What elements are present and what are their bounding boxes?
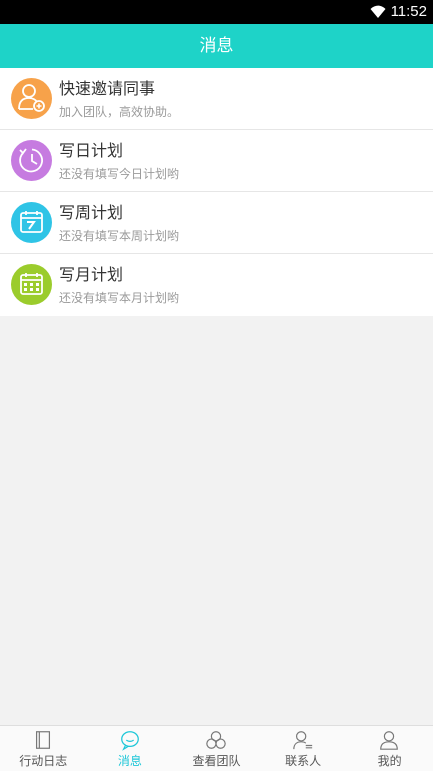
tab-messages[interactable]: 消息 (87, 726, 174, 771)
message-list: 快速邀请同事 加入团队，高效协助。 写日计划 还没有填写今日计划哟 写周计划 还… (0, 68, 433, 316)
list-item-subtitle: 还没有填写本周计划哟 (59, 229, 180, 243)
list-item-subtitle: 还没有填写今日计划哟 (59, 167, 180, 181)
status-time: 11:52 (390, 3, 427, 20)
clock-icon (11, 140, 52, 181)
app-header: 消息 (0, 24, 433, 68)
list-item-weekly-plan[interactable]: 写周计划 还没有填写本周计划哟 (0, 192, 433, 254)
invite-colleague-icon (11, 78, 52, 119)
tab-contacts[interactable]: 联系人 (260, 726, 347, 771)
tab-label: 行动日志 (19, 754, 68, 768)
tab-action-log[interactable]: 行动日志 (0, 726, 87, 771)
wifi-icon (370, 5, 386, 18)
team-icon (206, 731, 226, 749)
week-calendar-icon (11, 202, 52, 243)
list-item-title: 快速邀请同事 (59, 79, 156, 98)
tab-label: 消息 (117, 754, 142, 768)
list-item-subtitle: 还没有填写本月计划哟 (59, 291, 180, 305)
month-calendar-icon (11, 264, 52, 305)
message-icon (120, 731, 139, 751)
tab-label: 联系人 (285, 754, 322, 768)
list-item-daily-plan[interactable]: 写日计划 还没有填写今日计划哟 (0, 130, 433, 192)
tab-label: 我的 (377, 754, 402, 768)
list-item-title: 写月计划 (59, 265, 124, 284)
tab-view-team[interactable]: 查看团队 (173, 726, 260, 771)
tab-label: 查看团队 (192, 754, 241, 768)
list-item-title: 写周计划 (59, 203, 124, 222)
list-item-title: 写日计划 (59, 141, 124, 160)
page-title: 消息 (199, 36, 234, 56)
contacts-icon (293, 731, 312, 750)
bottom-tab-bar: 行动日志 消息 查看团队 联系人 我的 (0, 725, 433, 771)
tab-profile[interactable]: 我的 (346, 726, 433, 771)
list-item-invite-colleague[interactable]: 快速邀请同事 加入团队，高效协助。 (0, 68, 433, 130)
list-item-subtitle: 加入团队，高效协助。 (59, 105, 180, 119)
list-item-monthly-plan[interactable]: 写月计划 还没有填写本月计划哟 (0, 254, 433, 316)
profile-icon (380, 731, 399, 750)
status-bar: 11:52 (0, 0, 433, 24)
notebook-icon (35, 731, 51, 749)
